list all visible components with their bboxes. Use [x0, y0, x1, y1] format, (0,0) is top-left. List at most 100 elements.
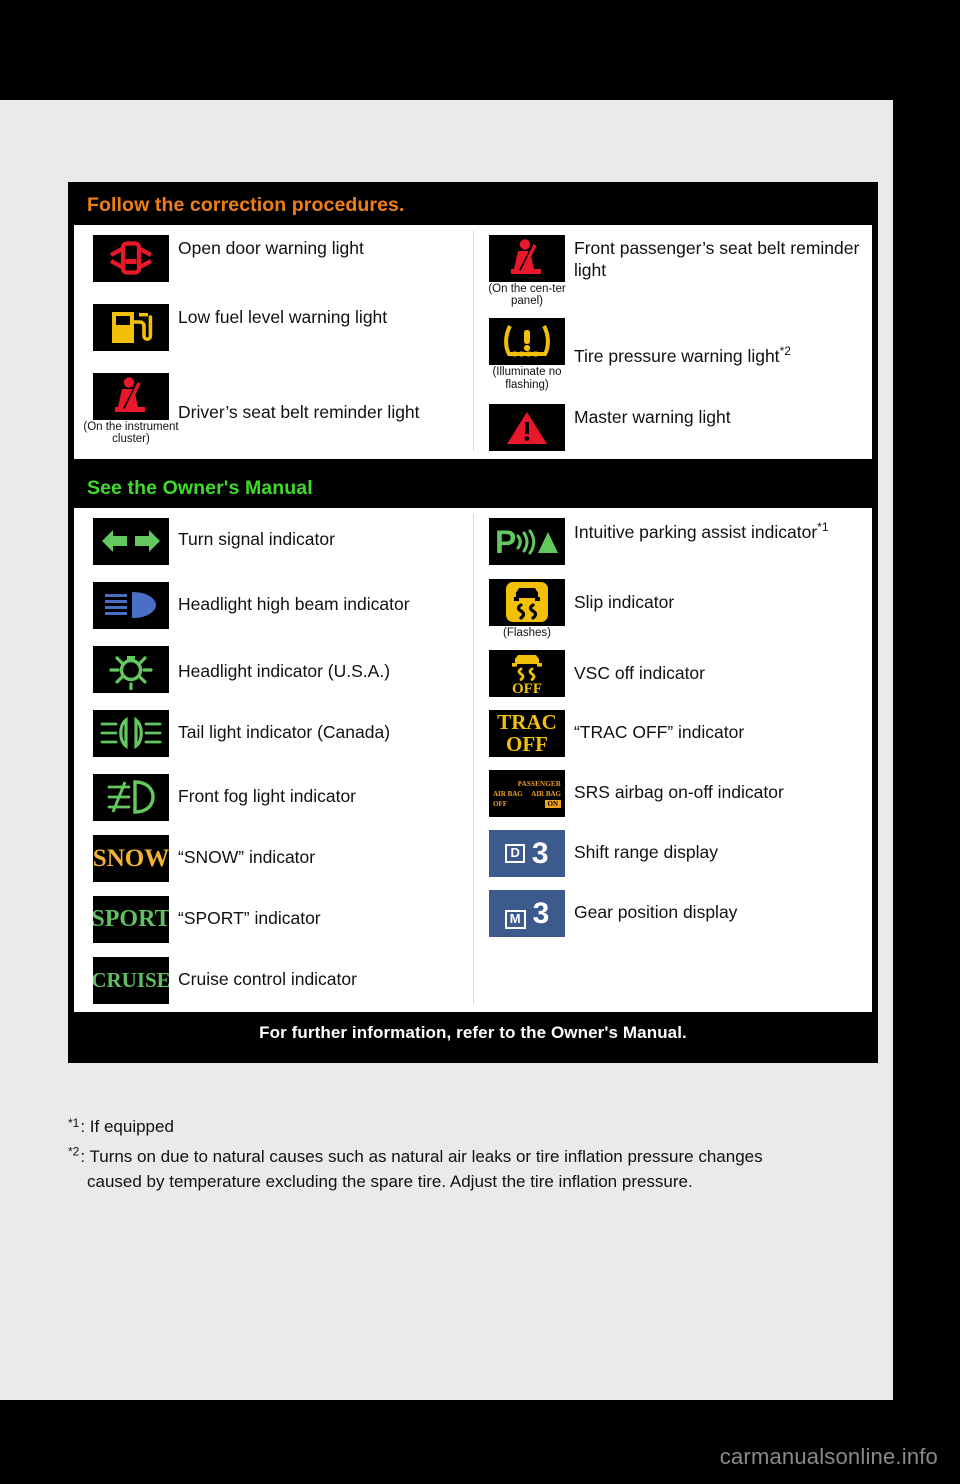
list-item[interactable]: M 3 Gear position display [474, 877, 868, 938]
footnote-2-marker: *2 [68, 1144, 80, 1159]
icon-cell: (Flashes) [474, 578, 570, 640]
icon-cell [78, 303, 174, 351]
snow-tile-text: SNOW [93, 844, 169, 872]
open-door-warning-icon [93, 234, 169, 282]
icon-cell [78, 645, 174, 693]
footnote-1-text: : If equipped [80, 1117, 174, 1136]
footnotes: *1 : If equipped *2: Turns on due to nat… [68, 1115, 878, 1194]
cruise-control-icon: CRUISE [93, 956, 169, 1004]
airbag-right-text: AIR BAG [531, 790, 561, 799]
correction-panel: Open door warning light Low fuel level w… [74, 224, 872, 459]
list-item[interactable]: TRAC OFF “TRAC OFF” indicator [474, 697, 868, 758]
footnote-2-text: : Turns on due to natural causes such as… [80, 1147, 763, 1167]
snow-indicator-icon: SNOW [93, 834, 169, 882]
list-item[interactable]: Low fuel level warning light [78, 282, 473, 351]
footnote-2: *2: Turns on due to natural causes such … [68, 1144, 878, 1194]
list-item[interactable]: (Flashes) Slip indicator [474, 565, 868, 640]
passenger-seat-belt-reminder-icon [489, 234, 565, 282]
owners-right-column: P Intuitive parking assist indicator*1 (… [473, 513, 868, 1004]
list-item-label: SRS airbag on-off indicator [574, 782, 784, 803]
watermark: carmanualsonline.info [719, 1444, 938, 1469]
gear-letter: M [504, 909, 526, 929]
icon-cell: TRAC OFF [474, 710, 570, 758]
airbag-passenger-text: PASSENGER [517, 780, 561, 789]
list-item[interactable]: CRUISE Cruise control indicator [78, 943, 473, 1004]
trac-text: TRAC [497, 710, 557, 735]
list-item[interactable]: OFF VSC off indicator [474, 639, 868, 698]
intuitive-parking-assist-icon: P [489, 517, 565, 565]
list-item[interactable]: (On the instrument cluster) Driver’s sea… [78, 351, 473, 447]
section-owners-manual: See the Owner's Manual Turn signal indic… [74, 471, 872, 1012]
footnote-marker: *2 [779, 344, 791, 359]
list-item[interactable]: Headlight high beam indicator [78, 565, 473, 629]
section-correction-procedures: Follow the correction procedures. Open d… [74, 188, 872, 459]
list-item-label: Slip indicator [574, 591, 675, 612]
footnote-marker: *1 [817, 519, 829, 534]
tail-light-icon [93, 709, 169, 757]
list-item[interactable]: Turn signal indicator [78, 514, 473, 565]
list-item[interactable]: Front fog light indicator [78, 757, 473, 821]
icon-cell [78, 517, 174, 565]
list-item[interactable]: Master warning light [474, 392, 868, 451]
correction-left-column: Open door warning light Low fuel level w… [78, 231, 473, 452]
list-item[interactable]: SPORT “SPORT” indicator [78, 882, 473, 943]
list-item-label: Intuitive parking assist indicator*1 [570, 518, 829, 543]
gear-position-display-icon: M 3 [489, 890, 565, 938]
list-item-label: Driver’s seat belt reminder light [178, 401, 420, 422]
icon-cell [78, 773, 174, 821]
front-fog-light-icon [93, 773, 169, 821]
icon-cell: CRUISE [78, 956, 174, 1004]
high-beam-icon [93, 581, 169, 629]
airbag-on-badge: ON [544, 800, 561, 809]
section-title-owners-manual: See the Owner's Manual [87, 477, 313, 499]
icon-cell: (Illuminate no flashing) [474, 318, 570, 392]
list-item[interactable]: P Intuitive parking assist indicator*1 [474, 514, 868, 565]
list-item[interactable]: SNOW “SNOW” indicator [78, 821, 473, 882]
shift-letter: D [505, 844, 525, 864]
master-warning-icon [489, 404, 565, 451]
list-item[interactable]: Headlight indicator (U.S.A.) [78, 629, 473, 693]
cruise-tile-text: CRUISE [93, 967, 169, 992]
icon-note: (Illuminate no flashing) [492, 366, 562, 392]
list-item-label: Low fuel level warning light [178, 306, 388, 327]
list-item-label: Tail light indicator (Canada) [178, 721, 391, 742]
list-item[interactable]: (Illuminate no flashing) Tire pressure w… [474, 308, 868, 392]
list-item-label: Headlight high beam indicator [178, 593, 410, 614]
airbag-off-text: OFF [493, 800, 507, 809]
owners-left-column: Turn signal indicator Headlight high bea… [78, 514, 473, 1004]
icon-cell: SNOW [78, 834, 174, 882]
list-item-label: Turn signal indicator [178, 528, 335, 549]
icon-cell: P [474, 517, 570, 565]
list-item-label: Cruise control indicator [178, 968, 357, 989]
icon-cell: OFF [474, 650, 570, 698]
driver-seat-belt-reminder-icon [93, 372, 169, 420]
footnote-1-marker: *1 [68, 1116, 80, 1130]
list-item-label: Front fog light indicator [178, 785, 357, 806]
screenshot-root: Follow the correction procedures. Open d… [0, 0, 960, 1484]
icon-cell: (On the instrument cluster) [78, 372, 179, 447]
icon-note: (Flashes) [503, 626, 551, 639]
icon-note: (On the cen-ter panel) [488, 282, 566, 308]
gear-number: 3 [532, 896, 550, 930]
airbag-left-text: AIR BAG [493, 790, 523, 799]
list-item[interactable]: Open door warning light [78, 231, 473, 282]
vsc-off-icon: OFF [489, 650, 565, 698]
list-item[interactable]: (On the cen-ter panel) Front passenger’s… [474, 231, 868, 309]
tire-pressure-warning-icon [489, 318, 565, 366]
manual-page: Follow the correction procedures. Open d… [0, 100, 893, 1400]
list-item[interactable]: Tail light indicator (Canada) [78, 693, 473, 757]
shift-number: 3 [531, 836, 549, 870]
icon-cell [474, 404, 570, 451]
list-item[interactable]: D 3 Shift range display [474, 817, 868, 878]
list-item-label: “SNOW” indicator [178, 846, 316, 867]
list-item[interactable]: PASSENGER AIR BAG AIR BAG OFF ON SRS air… [474, 757, 868, 818]
sport-indicator-icon: SPORT [93, 895, 169, 943]
icon-cell: M 3 [474, 890, 570, 938]
icon-cell [78, 234, 174, 282]
list-item-label: “SPORT” indicator [178, 907, 321, 928]
list-item-label: “TRAC OFF” indicator [574, 722, 745, 743]
svg-text:P: P [495, 524, 516, 558]
list-item-label-text: Tire pressure warning light [574, 346, 780, 367]
footer-banner: For further information, refer to the Ow… [259, 1022, 687, 1042]
list-item-label: Tire pressure warning light*2 [570, 318, 791, 367]
